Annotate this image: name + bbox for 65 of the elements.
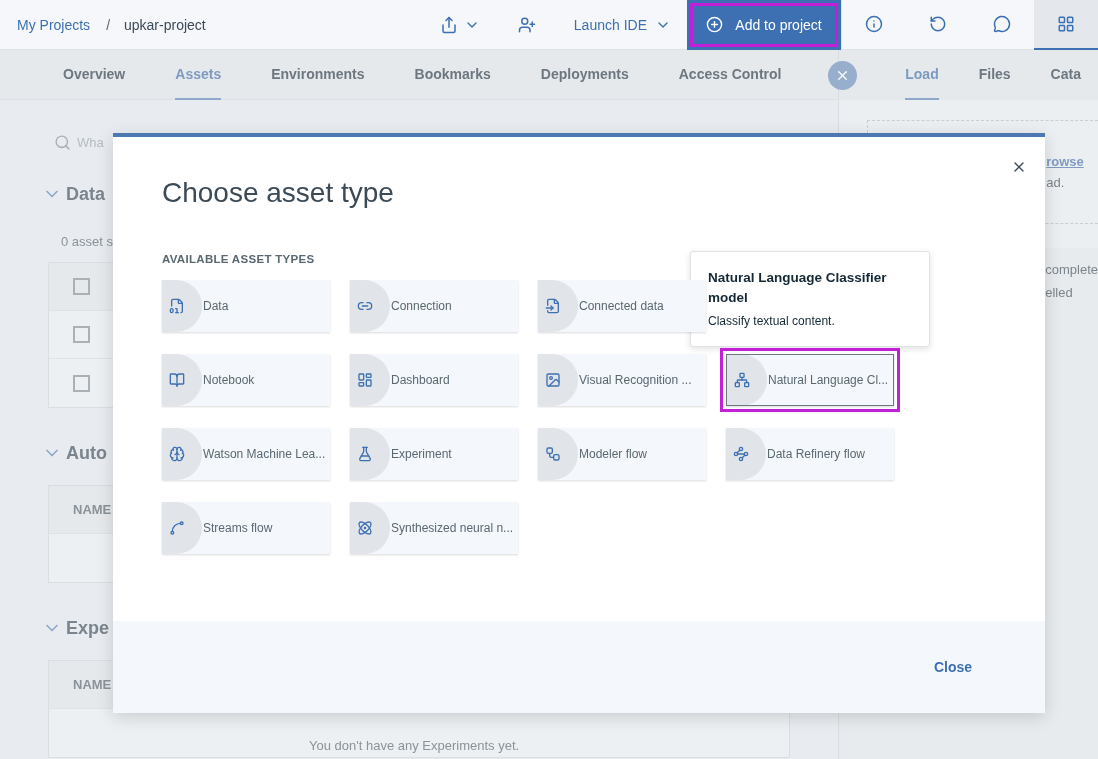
tab[interactable]: Overview	[63, 50, 126, 100]
brain-icon	[169, 446, 185, 462]
tooltip-text: Classify textual content.	[708, 314, 836, 328]
rotate-icon	[929, 15, 947, 33]
asset-type-tile[interactable]: Streams flow	[162, 502, 330, 554]
asset-type-tile[interactable]: Watson Machine Lea...	[162, 428, 330, 480]
asset-type-tile[interactable]: Connected data	[538, 280, 706, 332]
panel-tab[interactable]: Files	[978, 50, 1011, 100]
asset-type-tile[interactable]: Dashboard	[350, 354, 518, 406]
tab[interactable]: Environments	[271, 50, 365, 100]
checkbox[interactable]	[73, 326, 90, 343]
plus-circle-icon	[706, 16, 724, 33]
tab[interactable]: Deployments	[540, 50, 629, 100]
section-title: Auto	[66, 442, 107, 464]
column-header: NAME	[73, 677, 112, 692]
asset-type-tile[interactable]: Data Refinery flow	[726, 428, 894, 480]
checkbox[interactable]	[73, 374, 90, 392]
image-icon	[545, 372, 561, 388]
breadcrumb-link[interactable]: My Projects	[17, 16, 91, 33]
add-user-icon[interactable]	[517, 15, 536, 34]
checkbox[interactable]	[73, 278, 90, 295]
panel-tab[interactable]	[1034, 0, 1098, 50]
tooltip-title: Natural Language Classifier model	[708, 269, 888, 307]
modal-title: Choose asset type	[162, 177, 395, 209]
workflow-icon	[545, 446, 561, 462]
asset-type-tile[interactable]: Connection	[350, 280, 518, 332]
section-label: AVAILABLE ASSET TYPES	[162, 253, 316, 265]
atom-icon	[357, 520, 373, 536]
search-icon	[54, 133, 71, 151]
asset-type-tile[interactable]: Experiment	[350, 428, 518, 480]
file-input-icon	[545, 298, 561, 314]
breadcrumb-current: upkar-project	[124, 16, 206, 33]
share-icon[interactable]	[439, 15, 458, 34]
tab[interactable]: Access Control	[678, 50, 782, 100]
status-text: complete	[1045, 262, 1098, 277]
file-digit-icon	[169, 298, 185, 314]
waypoints-icon	[733, 446, 749, 462]
drop-text: ad.	[1046, 175, 1066, 190]
asset-type-tile[interactable]: Synthesized neural n...	[350, 502, 518, 554]
asset-type-tile[interactable]: Modeler flow	[538, 428, 706, 480]
grid-icon	[1057, 15, 1075, 33]
asset-type-tile[interactable]: Notebook	[162, 354, 330, 406]
add-to-project-button[interactable]: Add to project	[687, 0, 841, 50]
launch-ide-button[interactable]: Launch IDE	[573, 16, 671, 33]
tab[interactable]: Bookmarks	[414, 50, 491, 100]
close-icon	[835, 68, 850, 83]
flask-icon	[357, 446, 373, 462]
info-icon	[865, 15, 883, 33]
close-text-button[interactable]: Close	[927, 658, 978, 676]
asset-type-tile[interactable]: Data	[162, 280, 330, 332]
breadcrumb-separator: /	[106, 16, 110, 33]
browse-link[interactable]: rowse	[1046, 154, 1098, 169]
column-header: NAME	[73, 502, 112, 517]
chat-icon	[993, 15, 1011, 33]
spline-icon	[169, 520, 185, 536]
dashboard-icon	[357, 372, 373, 388]
section-title: Data	[66, 183, 105, 205]
network-icon	[734, 372, 750, 388]
asset-type-tile[interactable]: Visual Recognition ...	[538, 354, 706, 406]
panel-tab[interactable]: Cata	[1050, 50, 1081, 100]
asset-count: 0 asset s	[61, 234, 115, 249]
status-text: elled	[1045, 285, 1074, 300]
empty-message: You don't have any Experiments yet.	[309, 738, 520, 753]
section-title: Expe	[66, 617, 110, 639]
book-icon	[169, 372, 185, 388]
